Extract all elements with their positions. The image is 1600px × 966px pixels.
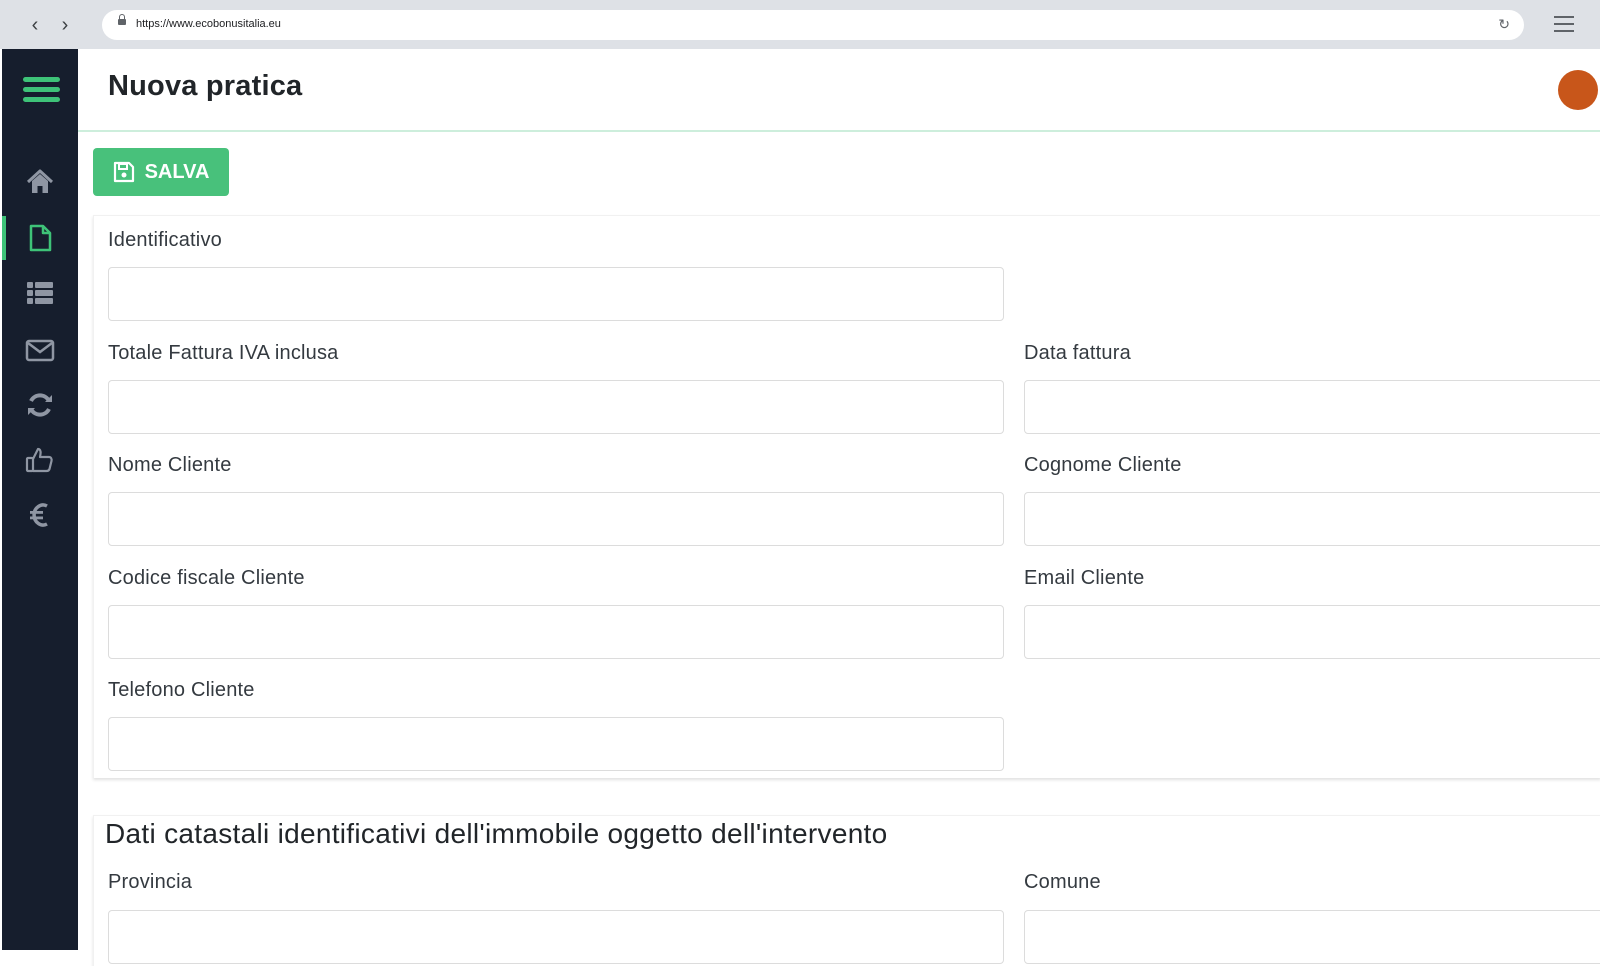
identificativo-input[interactable] [108,267,1004,321]
section-title-catastali: Dati catastali identificativi dell'immob… [105,818,888,849]
label-comune: Comune [1024,871,1101,893]
label-telefono-cliente: Telefono Cliente [108,679,255,701]
list-icon [27,282,53,304]
address-bar[interactable]: https://www.ecobonusitalia.eu ↻ [102,10,1524,40]
sidebar-item-payments[interactable] [2,493,78,537]
label-codice-fiscale: Codice fiscale Cliente [108,567,305,589]
save-button[interactable]: SALVA [93,148,229,196]
browser-menu-icon[interactable] [1554,16,1574,32]
thumbs-up-icon [25,447,53,473]
envelope-icon [25,339,55,362]
forward-icon[interactable]: › [55,14,75,36]
comune-input[interactable] [1024,910,1600,964]
label-nome-cliente: Nome Cliente [108,454,232,476]
totale-fattura-input[interactable] [108,380,1004,434]
sidebar-item-approvals[interactable] [2,438,78,482]
label-cognome-cliente: Cognome Cliente [1024,454,1182,476]
header-divider [78,130,1600,132]
euro-icon [30,503,48,527]
label-provincia: Provincia [108,871,193,893]
sidebar-item-list[interactable] [2,271,78,315]
sidebar-item-home[interactable] [2,160,78,204]
reload-icon[interactable]: ↻ [1498,16,1510,33]
sidebar [2,49,78,950]
document-icon [29,224,52,252]
data-fattura-input[interactable] [1024,380,1600,434]
refresh-icon [28,393,52,417]
nome-cliente-input[interactable] [108,492,1004,546]
provincia-input[interactable] [108,910,1004,964]
label-data-fattura: Data fattura [1024,342,1131,364]
sidebar-item-sync[interactable] [2,383,78,427]
lock-icon [118,14,126,25]
home-icon [26,169,54,193]
codice-fiscale-input[interactable] [108,605,1004,659]
url-text[interactable]: https://www.ecobonusitalia.eu [136,18,281,30]
back-icon[interactable]: ‹ [25,14,45,36]
floppy-disk-icon [113,161,134,183]
browser-toolbar: ‹ › https://www.ecobonusitalia.eu ↻ [0,0,1600,49]
save-button-label: SALVA [144,160,210,183]
telefono-cliente-input[interactable] [108,717,1004,771]
label-totale-fattura: Totale Fattura IVA inclusa [108,342,339,364]
avatar[interactable] [1558,70,1598,110]
sidebar-item-document[interactable] [2,216,78,260]
label-email-cliente: Email Cliente [1024,567,1145,589]
email-cliente-input[interactable] [1024,605,1600,659]
cognome-cliente-input[interactable] [1024,492,1600,546]
page-title: Nuova pratica [108,70,303,102]
label-identificativo: Identificativo [108,229,222,251]
sidebar-item-messages[interactable] [2,328,78,372]
hamburger-menu-icon[interactable] [23,77,60,103]
